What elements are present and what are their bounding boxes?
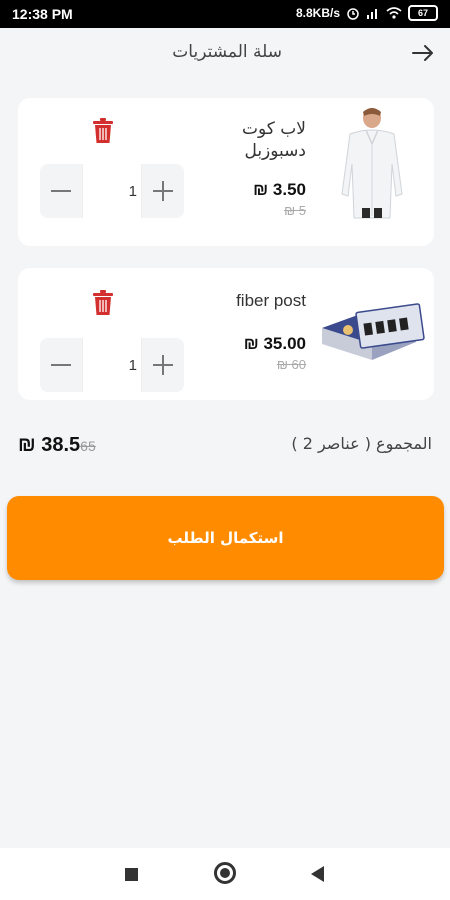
total-old-amount: 65: [80, 438, 96, 454]
app-header: سلة المشتريات: [0, 28, 450, 80]
decrease-button[interactable]: [48, 178, 74, 204]
increase-button[interactable]: [150, 352, 176, 378]
product-price: ₪ 3.50: [253, 180, 306, 199]
alarm-icon: [347, 8, 359, 20]
signal-icon: [367, 9, 377, 19]
total-label: المجموع ( عناصر 2 ): [291, 434, 432, 453]
status-bar: 12:38 PM 8.8KB/s 67: [0, 0, 450, 28]
increase-button[interactable]: [150, 178, 176, 204]
minus-icon: [51, 190, 71, 192]
battery-level: 67: [417, 8, 428, 18]
quantity-stepper: 1: [40, 338, 184, 392]
trash-icon[interactable]: [92, 290, 114, 316]
decrease-button[interactable]: [48, 352, 74, 378]
status-icons: 8.8KB/s 67: [296, 5, 438, 21]
quantity-stepper: 1: [40, 164, 184, 218]
trash-icon[interactable]: [92, 118, 114, 144]
quantity-value[interactable]: 1: [82, 164, 142, 218]
status-time: 12:38 PM: [12, 6, 73, 22]
page-title: سلة المشتريات: [172, 42, 282, 62]
product-name: لاب كوت دسبوزبل: [242, 119, 306, 161]
product-price: ₪ 35.00: [243, 334, 306, 353]
system-nav-bar: [0, 848, 450, 900]
minus-icon: [51, 364, 71, 366]
product-name: fiber post: [236, 291, 306, 310]
total-amount: ₪ 38.5: [18, 434, 81, 456]
recents-icon[interactable]: [125, 868, 138, 881]
checkout-button[interactable]: استكمال الطلب: [7, 496, 444, 580]
product-old-price: ₪ 5: [284, 203, 306, 218]
network-speed: 8.8KB/s: [295, 6, 340, 20]
cart-item: لاب كوت دسبوزبل ₪ 3.50 ₪ 5 1: [18, 98, 434, 246]
battery-icon: 67: [408, 5, 438, 21]
wifi-icon: [386, 7, 402, 19]
total-price: ₪ 38.565: [18, 434, 96, 457]
back-icon[interactable]: [311, 866, 324, 882]
arrow-right-icon[interactable]: [410, 40, 436, 66]
home-icon[interactable]: [214, 862, 236, 884]
lab-coat-image: [318, 104, 426, 220]
quantity-value[interactable]: 1: [82, 338, 142, 392]
product-old-price: ₪ 60: [276, 357, 306, 372]
fiber-post-box-image: [318, 298, 426, 368]
cart-item: fiber post ₪ 35.00 ₪ 60 1: [18, 268, 434, 400]
